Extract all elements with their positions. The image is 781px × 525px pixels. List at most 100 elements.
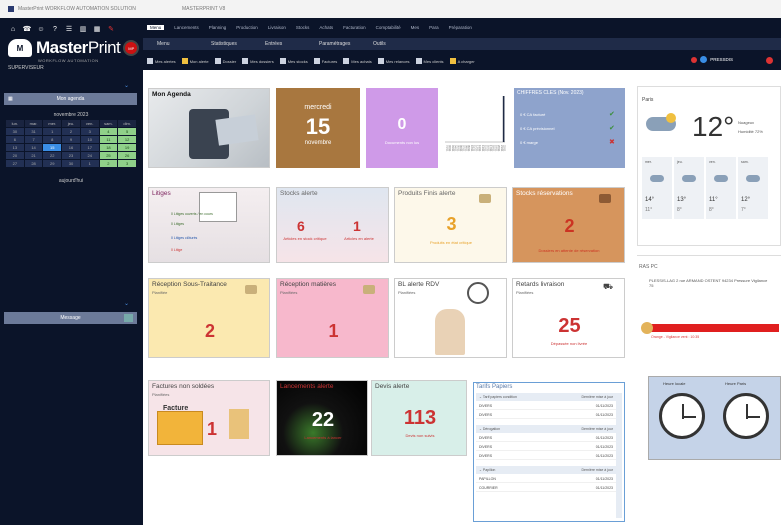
calendar-day[interactable]: 16: [62, 144, 80, 151]
list-icon[interactable]: ☰: [64, 24, 74, 34]
nav-tab[interactable]: Para: [429, 25, 439, 30]
tile-produits-finis[interactable]: Produits Finis alerte 3 Produits en état…: [394, 187, 507, 263]
home-icon[interactable]: ⌂: [8, 24, 18, 34]
calendar-day[interactable]: 2: [62, 128, 80, 135]
tile-date[interactable]: mercredi 15 novembre: [276, 88, 360, 168]
calendar-day[interactable]: 8: [43, 136, 62, 143]
calendar-day[interactable]: 29: [43, 160, 62, 167]
calendar-day[interactable]: 21: [24, 152, 43, 159]
calendar-day[interactable]: 3: [80, 128, 99, 135]
agenda-header[interactable]: ▦ Mon agenda: [4, 93, 137, 105]
menu-item[interactable]: Statistiques: [211, 41, 251, 47]
calendar-day[interactable]: 19: [118, 144, 136, 151]
action-button[interactable]: Mes stocks: [279, 58, 308, 64]
action-button[interactable]: Mon alerte: [181, 58, 209, 64]
today-button[interactable]: aujourd'hui: [6, 178, 136, 184]
nav-tab[interactable]: Livraison: [268, 25, 286, 30]
calendar-day[interactable]: 5: [118, 128, 136, 135]
menu-item[interactable]: Outils: [373, 41, 413, 47]
nav-tab[interactable]: Lancements: [174, 25, 199, 30]
table-row[interactable]: DIVERS 01/11/2023: [476, 435, 616, 442]
nav-tab[interactable]: Planning: [209, 25, 227, 30]
presdis-indicator[interactable]: PRESSDIS: [691, 56, 733, 63]
calendar-day[interactable]: 13: [6, 144, 24, 151]
chevron-down-icon[interactable]: ⌄: [124, 300, 129, 307]
tile-factures[interactable]: Factures non soldées Planifiées Facture …: [148, 380, 270, 456]
phone-icon[interactable]: ☎: [22, 24, 32, 34]
tile-stocks-reservations[interactable]: Stocks réservations 2 Dossiers en attent…: [512, 187, 625, 263]
table-row[interactable]: DIVERS 01/11/2023: [476, 453, 616, 460]
action-button[interactable]: A charger: [449, 58, 475, 64]
message-header[interactable]: Message: [4, 312, 137, 324]
table-group-header[interactable]: ⌄ Dérogation Dernière mise à jour: [476, 425, 616, 433]
calendar-day[interactable]: 10: [80, 136, 99, 143]
calendar-day[interactable]: 17: [80, 144, 99, 151]
action-button[interactable]: Mes achats: [343, 58, 372, 64]
calendar-day[interactable]: 3: [118, 160, 136, 167]
calendar-day[interactable]: 23: [62, 152, 80, 159]
action-button[interactable]: Mes alertes: [147, 58, 176, 64]
table-row[interactable]: DIVERS 01/11/2023: [476, 403, 616, 410]
chart-icon[interactable]: ▥: [78, 24, 88, 34]
calendar-day[interactable]: 24: [80, 152, 99, 159]
user-icon[interactable]: ☺: [36, 24, 46, 34]
calendar-day[interactable]: 14: [24, 144, 43, 151]
calendar-day[interactable]: 30: [6, 128, 24, 135]
table-group-header[interactable]: ⌄ Papillon Dernière mise à jour: [476, 466, 616, 474]
calendar-day[interactable]: 15: [43, 144, 62, 151]
calendar-day[interactable]: 27: [6, 160, 24, 167]
calendar-day[interactable]: 9: [62, 136, 80, 143]
nav-tab[interactable]: Achats: [319, 25, 333, 30]
nav-tab[interactable]: Stocks: [296, 25, 310, 30]
tile-stocks-alerte[interactable]: Stocks alerte 6 Articles en stock critiq…: [276, 187, 389, 263]
nav-tab[interactable]: Menu: [147, 25, 165, 30]
calendar-day[interactable]: 31: [24, 128, 43, 135]
action-button[interactable]: Mes clients: [415, 58, 444, 64]
tile-bar-chart[interactable]: 01/11 02/11 03/11 04/11 05/11 06/11 07/11 08/11…: [441, 88, 509, 168]
tile-chiffres-cles[interactable]: CHIFFRES CLES (Nov. 2023) 0 € CA facturé…: [514, 88, 625, 168]
calendar-day[interactable]: 28: [24, 160, 43, 167]
nav-tab[interactable]: Préparation: [449, 25, 472, 30]
calendar-day[interactable]: 26: [118, 152, 136, 159]
tile-retards-livraison[interactable]: Retards livraison Planifiées ⛟ 25 Dépass…: [512, 278, 625, 358]
grid-icon[interactable]: ▦: [92, 24, 102, 34]
tile-reception-soustraitance[interactable]: Réception Sous-Traitance Planifiée 2: [148, 278, 270, 358]
nav-tab[interactable]: Mes: [411, 25, 420, 30]
table-row[interactable]: DIVERS 01/11/2023: [476, 444, 616, 451]
calendar-day[interactable]: 20: [6, 152, 24, 159]
action-button[interactable]: Mes relances: [377, 58, 410, 64]
calendar-day[interactable]: 7: [24, 136, 43, 143]
tile-devis[interactable]: Devis alerte 113 Devis non suivis: [371, 380, 467, 456]
menu-item[interactable]: Entrées: [265, 41, 305, 47]
calendar-day[interactable]: 18: [99, 144, 118, 151]
tile-documents[interactable]: 0 Documents non lus: [366, 88, 438, 168]
tile-bl-alerte[interactable]: BL alerte RDV Planifiées: [394, 278, 507, 358]
nav-tab[interactable]: Production: [236, 25, 258, 30]
edit-icon[interactable]: ✎: [106, 24, 116, 34]
table-row[interactable]: DIVERS 01/11/2023: [476, 412, 616, 419]
scrollbar[interactable]: [616, 393, 622, 518]
help-icon[interactable]: ?: [50, 24, 60, 34]
action-button[interactable]: Factures: [313, 58, 337, 64]
calendar-day[interactable]: 1: [80, 160, 99, 167]
nav-tab[interactable]: Comptabilité: [376, 25, 401, 30]
action-button[interactable]: Dossier: [214, 58, 236, 64]
calendar-day[interactable]: 11: [99, 136, 118, 143]
calendar-day[interactable]: 25: [99, 152, 118, 159]
calendar-day[interactable]: 30: [62, 160, 80, 167]
menu-item[interactable]: Menu: [157, 41, 197, 47]
tile-lancements[interactable]: Lancements alerte 22 Lancements à lancer: [276, 380, 368, 456]
calendar-day[interactable]: 22: [43, 152, 62, 159]
table-group-header[interactable]: ⌄ Tarif papiers condition Dernière mise à…: [476, 393, 616, 401]
calendar-day[interactable]: 12: [118, 136, 136, 143]
action-button[interactable]: Mes dossiers: [242, 58, 274, 64]
table-row[interactable]: PAPILLON 01/11/2023: [476, 476, 616, 483]
calendar-day[interactable]: 4: [99, 128, 118, 135]
chevron-down-icon[interactable]: ⌄: [124, 82, 129, 89]
tile-reception-matieres[interactable]: Réception matières Planifiées 1: [276, 278, 389, 358]
tile-agenda[interactable]: Mon Agenda: [148, 88, 270, 168]
menu-item[interactable]: Paramétrages: [319, 41, 359, 47]
close-icon[interactable]: [766, 57, 773, 64]
tile-litiges[interactable]: Litiges 0 Litiges ouverts / en cours 0 L…: [148, 187, 270, 263]
nav-tab[interactable]: Facturation: [343, 25, 366, 30]
